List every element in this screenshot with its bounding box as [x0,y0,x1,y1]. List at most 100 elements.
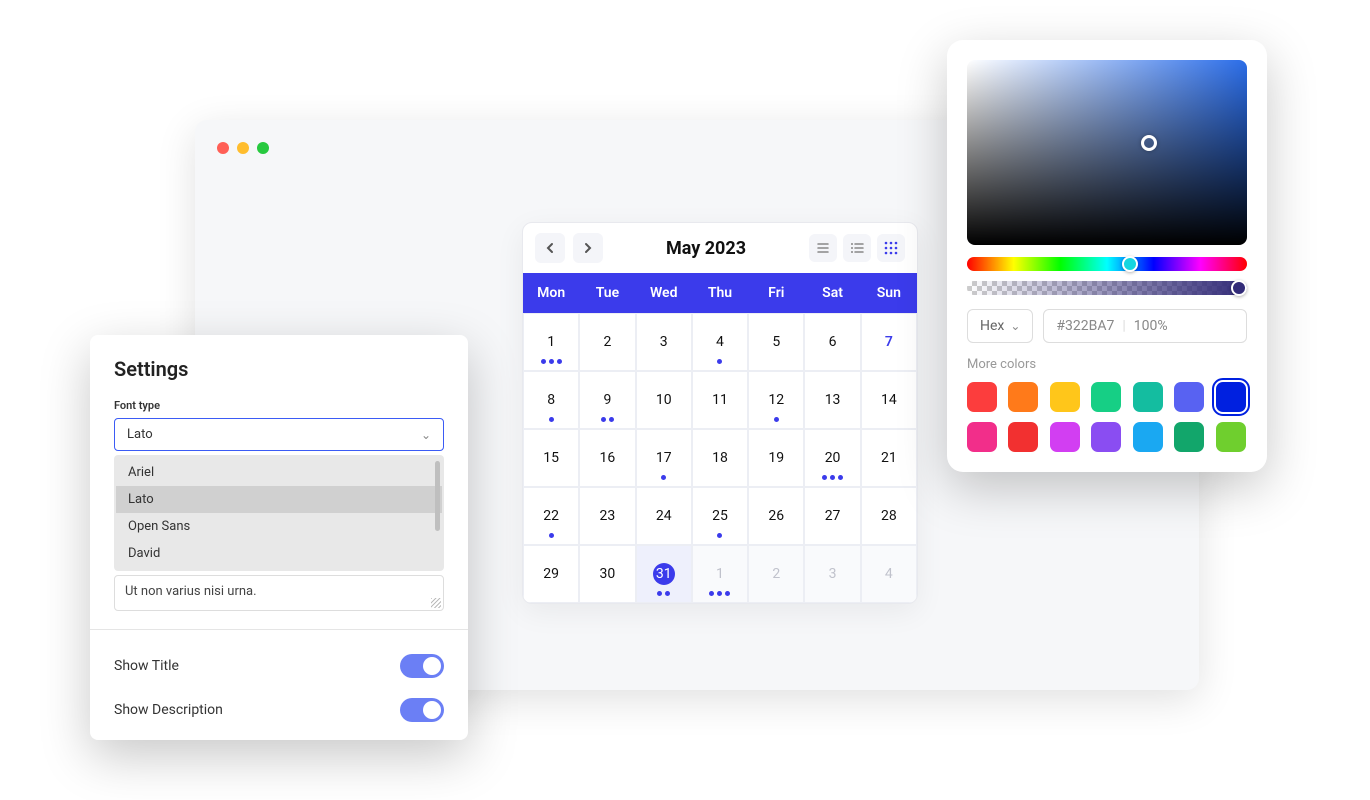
color-swatch[interactable] [967,422,997,452]
more-colors-label: More colors [967,357,1247,372]
next-month-button[interactable] [573,233,603,263]
calendar-day[interactable]: 31 [636,545,692,603]
calendar-day[interactable]: 11 [692,371,748,429]
calendar-day[interactable]: 16 [579,429,635,487]
show-title-row: Show Title [114,644,444,688]
color-swatch[interactable] [967,382,997,412]
calendar-day[interactable]: 12 [748,371,804,429]
hue-thumb[interactable] [1122,256,1138,272]
font-option[interactable]: David [116,540,442,567]
calendar-day[interactable]: 30 [579,545,635,603]
description-textarea[interactable]: Ut non varius nisi urna. [114,575,444,611]
calendar-day[interactable]: 23 [579,487,635,545]
calendar-day[interactable]: 3 [804,545,860,603]
calendar-day[interactable]: 4 [861,545,917,603]
weekday-header: Wed [636,273,692,313]
alpha-thumb[interactable] [1231,280,1247,296]
calendar-day[interactable]: 26 [748,487,804,545]
settings-panel: Settings Font type Lato ⌄ ArielLatoOpen … [90,335,468,740]
color-swatch[interactable] [1133,422,1163,452]
color-format-select[interactable]: Hex ⌄ [967,309,1033,343]
color-picker: Hex ⌄ #322BA7 | 100% More colors [947,40,1267,472]
view-agenda-button[interactable] [843,234,871,262]
chevron-left-icon [545,242,555,254]
calendar-day[interactable]: 17 [636,429,692,487]
show-title-toggle[interactable] [400,654,444,678]
calendar-day[interactable]: 10 [636,371,692,429]
saturation-gradient[interactable] [967,60,1247,245]
color-swatch[interactable] [1008,422,1038,452]
calendar-day[interactable]: 2 [748,545,804,603]
calendar-title: May 2023 [611,238,801,259]
calendar-day[interactable]: 21 [861,429,917,487]
prev-month-button[interactable] [535,233,565,263]
calendar-day[interactable]: 9 [579,371,635,429]
calendar-day[interactable]: 15 [523,429,579,487]
close-icon[interactable] [217,142,229,154]
calendar-day[interactable]: 22 [523,487,579,545]
weekday-header: Tue [579,273,635,313]
font-option[interactable]: Lato [116,486,442,513]
alpha-slider[interactable] [967,281,1247,295]
calendar-day[interactable]: 24 [636,487,692,545]
view-list-button[interactable] [809,234,837,262]
color-swatch[interactable] [1133,382,1163,412]
calendar-header: May 2023 [523,223,917,273]
color-swatch[interactable] [1216,422,1246,452]
calendar-day[interactable]: 2 [579,313,635,371]
calendar-day[interactable]: 7 [861,313,917,371]
color-swatch[interactable] [1050,382,1080,412]
color-swatch[interactable] [1091,422,1121,452]
calendar-day[interactable]: 8 [523,371,579,429]
show-description-toggle[interactable] [400,698,444,722]
calendar-grid: MonTueWedThuFriSatSun1234567891011121314… [523,273,917,603]
color-swatch[interactable] [1091,382,1121,412]
calendar-day[interactable]: 25 [692,487,748,545]
agenda-icon [850,242,864,254]
color-swatch[interactable] [1174,382,1204,412]
font-type-label: Font type [114,399,444,412]
calendar-day[interactable]: 3 [636,313,692,371]
calendar-day[interactable]: 19 [748,429,804,487]
color-swatch[interactable] [1216,382,1246,412]
font-type-select[interactable]: Lato ⌄ [114,418,444,451]
calendar-day[interactable]: 1 [692,545,748,603]
calendar-day[interactable]: 5 [748,313,804,371]
show-description-row: Show Description [114,688,444,732]
maximize-icon[interactable] [257,142,269,154]
show-description-label: Show Description [114,702,223,718]
weekday-header: Thu [692,273,748,313]
calendar-day[interactable]: 20 [804,429,860,487]
grid-icon [884,241,898,255]
hue-slider[interactable] [967,257,1247,271]
calendar-day[interactable]: 29 [523,545,579,603]
hex-input[interactable]: #322BA7 | 100% [1043,309,1247,343]
calendar-day[interactable]: 18 [692,429,748,487]
chevron-right-icon [583,242,593,254]
scrollbar[interactable] [435,461,440,531]
divider [90,629,468,630]
weekday-header: Fri [748,273,804,313]
calendar-day[interactable]: 27 [804,487,860,545]
gradient-cursor[interactable] [1141,135,1157,151]
calendar-day[interactable]: 28 [861,487,917,545]
list-icon [816,242,830,254]
font-type-dropdown: ArielLatoOpen SansDavid [114,455,444,571]
chevron-down-icon: ⌄ [1010,319,1020,333]
color-swatch[interactable] [1174,422,1204,452]
calendar-day[interactable]: 4 [692,313,748,371]
chevron-down-icon: ⌄ [421,428,431,442]
font-option[interactable]: Open Sans [116,513,442,540]
calendar-day[interactable]: 1 [523,313,579,371]
font-option[interactable]: Ariel [116,459,442,486]
color-swatch[interactable] [1008,382,1038,412]
window-controls [217,142,269,154]
calendar-day[interactable]: 14 [861,371,917,429]
calendar-day[interactable]: 6 [804,313,860,371]
calendar-day[interactable]: 13 [804,371,860,429]
minimize-icon[interactable] [237,142,249,154]
opacity-value: 100% [1134,318,1168,334]
hex-value: #322BA7 [1056,318,1114,334]
view-grid-button[interactable] [877,234,905,262]
color-swatch[interactable] [1050,422,1080,452]
